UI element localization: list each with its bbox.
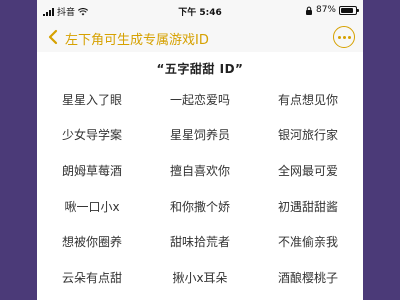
name-item: 星星入了眼	[61, 93, 122, 107]
chevron-left-icon[interactable]	[47, 29, 59, 45]
more-dot-icon	[347, 35, 351, 39]
more-button[interactable]	[333, 26, 355, 48]
name-item: 和你撒个娇	[169, 200, 230, 214]
name-item: 啾一口小x	[64, 200, 120, 214]
name-item: 擅自喜欢你	[169, 164, 230, 178]
name-item: 一起恋爱吗	[169, 93, 230, 107]
battery-percent: 87%	[315, 5, 336, 15]
name-item: 银河旅行家	[277, 128, 338, 142]
name-item: 揪小x耳朵	[172, 271, 228, 285]
status-right: 87%	[305, 5, 359, 15]
rotation-lock-icon	[305, 6, 312, 15]
battery-icon	[339, 5, 359, 15]
name-item: 不准偷亲我	[277, 235, 338, 249]
more-dot-icon	[337, 35, 341, 39]
name-item: 酒酿樱桃子	[277, 271, 338, 285]
more-dot-icon	[342, 35, 346, 39]
name-item: 全网最可爱	[277, 164, 338, 178]
section-title: “五字甜甜 ID”	[156, 62, 244, 76]
name-item: 朗姆草莓酒	[61, 164, 122, 178]
name-item: 有点想见你	[277, 93, 338, 107]
phone-screen: 抖音 下午 5:46 87% 左下角可生成专属游戏ID “五字甜甜 ID” 星星…	[37, 0, 363, 300]
nav-header: 左下角可生成专属游戏ID	[37, 22, 363, 52]
page-title: 左下角可生成专属游戏ID	[65, 33, 209, 48]
name-item: 甜味拾荒者	[169, 235, 230, 249]
status-bar: 抖音 下午 5:46 87%	[37, 0, 363, 22]
name-item: 想被你圈养	[61, 235, 122, 249]
name-item: 云朵有点甜	[61, 271, 122, 285]
name-item: 初遇甜甜酱	[277, 200, 338, 214]
name-item: 星星饲养员	[169, 128, 230, 142]
name-item: 少女导学案	[61, 128, 122, 142]
